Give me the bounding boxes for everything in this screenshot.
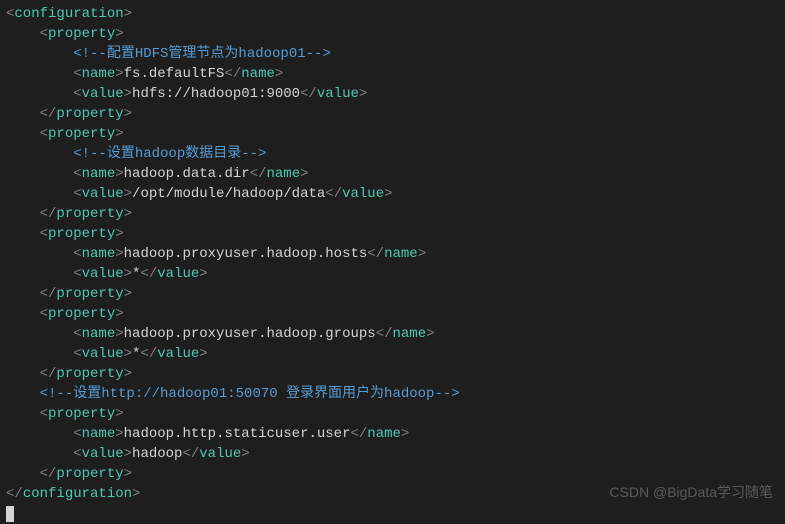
code-line: </property> — [6, 464, 785, 484]
code-line: <name>hadoop.proxyuser.hadoop.groups</na… — [6, 324, 785, 344]
code-line: <name>hadoop.proxyuser.hadoop.hosts</nam… — [6, 244, 785, 264]
code-line: <value>*</value> — [6, 344, 785, 364]
code-line: <!--设置http://hadoop01:50070 登录界面用户为hadoo… — [6, 384, 785, 404]
code-line: </property> — [6, 364, 785, 384]
code-line: <property> — [6, 24, 785, 44]
code-line: <property> — [6, 224, 785, 244]
code-line: <property> — [6, 404, 785, 424]
code-line: <value>hdfs://hadoop01:9000</value> — [6, 84, 785, 104]
code-line: <name>hadoop.data.dir</name> — [6, 164, 785, 184]
code-line: </property> — [6, 204, 785, 224]
code-line: <name>fs.defaultFS</name> — [6, 64, 785, 84]
cursor-line — [6, 504, 785, 524]
code-line: </property> — [6, 104, 785, 124]
code-line: <value>hadoop</value> — [6, 444, 785, 464]
code-line: <value>*</value> — [6, 264, 785, 284]
code-line: </configuration> — [6, 484, 785, 504]
code-line: </property> — [6, 284, 785, 304]
code-line: <configuration> — [6, 4, 785, 24]
code-line: <!--配置HDFS管理节点为hadoop01--> — [6, 44, 785, 64]
code-line: <name>hadoop.http.staticuser.user</name> — [6, 424, 785, 444]
code-line: <!--设置hadoop数据目录--> — [6, 144, 785, 164]
code-line: <property> — [6, 304, 785, 324]
code-editor: <configuration> <property> <!--配置HDFS管理节… — [0, 0, 785, 524]
code-line: <value>/opt/module/hadoop/data</value> — [6, 184, 785, 204]
cursor-icon — [6, 506, 14, 522]
code-line: <property> — [6, 124, 785, 144]
